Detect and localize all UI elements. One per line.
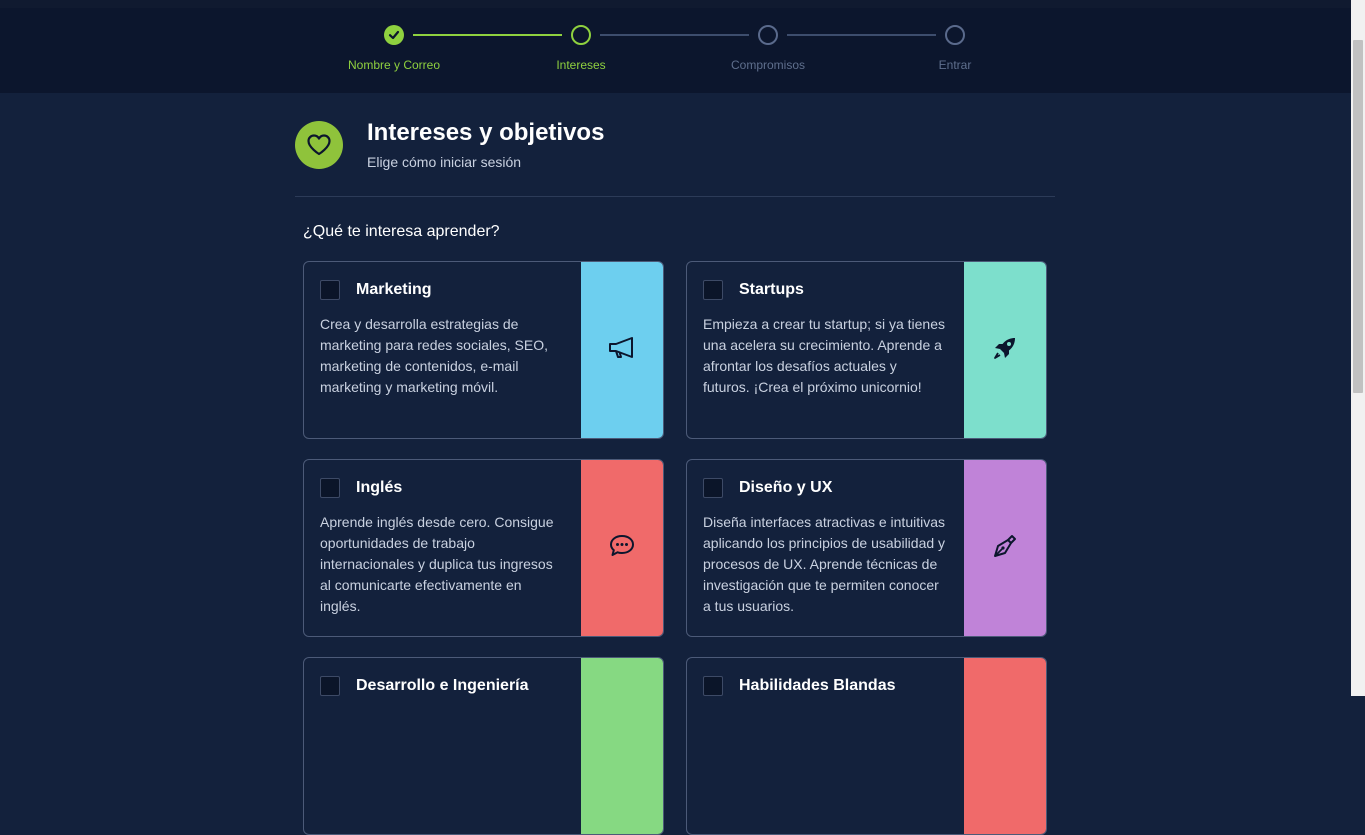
- step-2-circle: [571, 25, 591, 45]
- checkbox-desarrollo[interactable]: [320, 676, 340, 696]
- step-connector-1: [413, 34, 562, 36]
- card-title: Marketing: [356, 281, 432, 298]
- scrollbar-thumb[interactable]: [1353, 40, 1363, 393]
- checkbox-marketing[interactable]: [320, 280, 340, 300]
- card-color-panel: [581, 658, 663, 834]
- checkbox-diseno-ux[interactable]: [703, 478, 723, 498]
- step-4-circle: [945, 25, 965, 45]
- heart-icon: [295, 121, 343, 169]
- step-1-check-icon: [384, 25, 404, 45]
- rocket-icon: [991, 334, 1019, 367]
- pen-nib-icon: [991, 532, 1019, 565]
- card-title: Startups: [739, 281, 804, 298]
- step-connector-2: [600, 34, 749, 36]
- card-description: Crea y desarrolla estrategias de marketi…: [320, 316, 548, 395]
- step-label-4: Entrar: [938, 58, 972, 72]
- card-description: Empieza a crear tu startup; si ya tienes…: [703, 316, 945, 395]
- step-connector-3: [787, 34, 936, 36]
- interest-card-startups[interactable]: Startups Empieza a crear tu startup; si …: [686, 261, 1047, 439]
- scrollbar[interactable]: [1351, 0, 1365, 696]
- card-color-panel: [964, 460, 1046, 636]
- card-description: Aprende inglés desde cero. Consigue opor…: [320, 514, 554, 614]
- card-description: Diseña interfaces atractivas e intuitiva…: [703, 514, 946, 614]
- card-color-panel: [581, 262, 663, 438]
- page-title: Intereses y objetivos: [367, 119, 605, 146]
- interest-card-marketing[interactable]: Marketing Crea y desarrolla estrategias …: [303, 261, 664, 439]
- checkbox-startups[interactable]: [703, 280, 723, 300]
- interests-question: ¿Qué te interesa aprender?: [303, 223, 500, 240]
- interest-card-habilidades-blandas[interactable]: Habilidades Blandas: [686, 657, 1047, 835]
- progress-stepper: Nombre y Correo Intereses Compromisos En…: [0, 8, 1351, 93]
- card-color-panel: [964, 262, 1046, 438]
- step-label-1: Nombre y Correo: [347, 58, 441, 72]
- card-color-panel: [964, 658, 1046, 834]
- top-strip: [0, 0, 1351, 8]
- header-divider: [295, 196, 1055, 197]
- card-title: Diseño y UX: [739, 479, 833, 496]
- interest-card-desarrollo[interactable]: Desarrollo e Ingeniería: [303, 657, 664, 835]
- megaphone-icon: [607, 335, 637, 366]
- card-color-panel: [581, 460, 663, 636]
- step-label-2: Intereses: [556, 58, 606, 72]
- interest-card-ingles[interactable]: Inglés Aprende inglés desde cero. Consig…: [303, 459, 664, 637]
- chat-bubble-icon: [608, 533, 636, 564]
- interest-card-diseno-ux[interactable]: Diseño y UX Diseña interfaces atractivas…: [686, 459, 1047, 637]
- page-subtitle: Elige cómo iniciar sesión: [367, 154, 522, 170]
- step-label-3: Compromisos: [730, 58, 805, 72]
- checkbox-ingles[interactable]: [320, 478, 340, 498]
- checkbox-habilidades-blandas[interactable]: [703, 676, 723, 696]
- step-3-circle: [758, 25, 778, 45]
- card-title: Habilidades Blandas: [739, 677, 896, 694]
- card-title: Desarrollo e Ingeniería: [356, 677, 529, 694]
- card-title: Inglés: [356, 479, 403, 496]
